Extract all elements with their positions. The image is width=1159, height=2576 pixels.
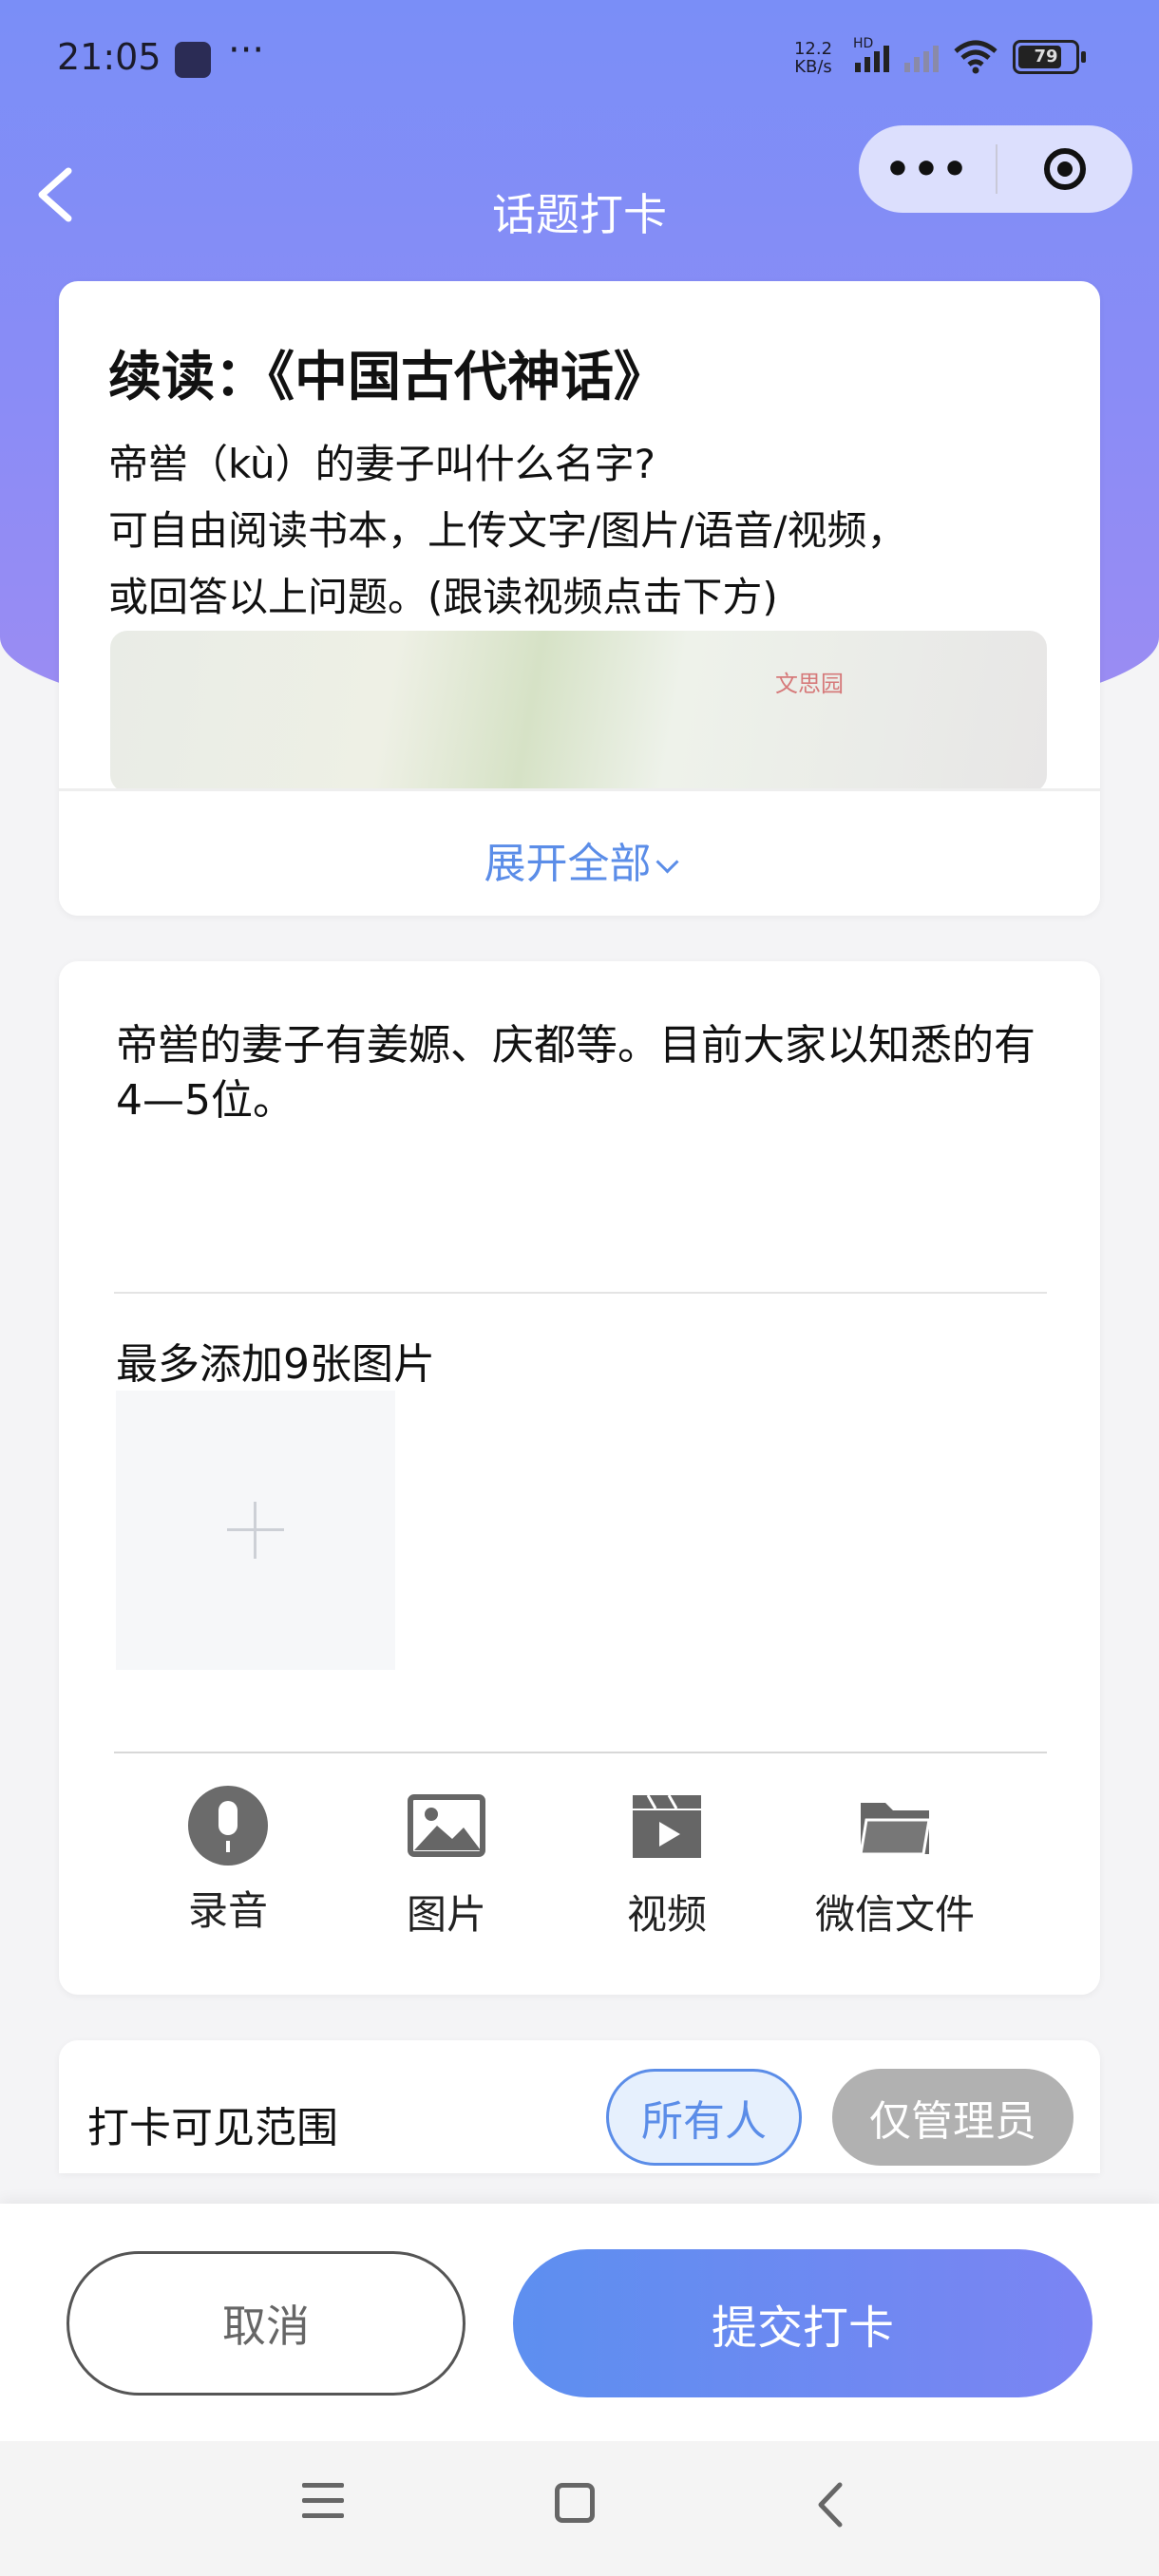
home-icon[interactable] <box>555 2483 595 2523</box>
video-icon <box>633 1794 701 1858</box>
answer-textarea[interactable]: 帝喾的妻子有姜嫄、庆都等。目前大家以知悉的有4—5位。 <box>116 1018 1056 1128</box>
status-more-icon: ··· <box>228 28 265 72</box>
image-limit-hint: 最多添加9张图片 <box>116 1340 435 1389</box>
cancel-button[interactable]: 取消 <box>66 2251 466 2396</box>
video-thumbnail[interactable]: 文思园 <box>110 631 1047 792</box>
video-logo: 文思园 <box>775 671 844 697</box>
bottom-action-bar: 取消 提交打卡 <box>0 2204 1159 2441</box>
image-icon <box>408 1794 485 1857</box>
status-time: 21:05 <box>57 36 162 78</box>
target-icon <box>1044 148 1086 190</box>
topic-title: 续读：《中国古代神话》 <box>108 347 667 408</box>
attachment-toolbar: 录音 图片 视频 微信文件 <box>114 1786 1047 1957</box>
submit-checkin-button[interactable]: 提交打卡 <box>513 2249 1092 2397</box>
divider <box>114 1752 1047 1753</box>
expand-area: 展开全部 <box>59 788 1100 916</box>
add-wechat-file-button[interactable]: 微信文件 <box>800 1786 990 1941</box>
visibility-scope-card: 打卡可见范围 所有人 仅管理员 <box>59 2040 1100 2173</box>
add-image-button[interactable] <box>116 1391 395 1670</box>
expand-all-link[interactable]: 展开全部 <box>59 829 1100 890</box>
scope-option-everyone[interactable]: 所有人 <box>606 2069 802 2166</box>
scope-option-admin-only[interactable]: 仅管理员 <box>832 2069 1074 2166</box>
network-speed: 12.2 KB/s <box>793 39 833 77</box>
chevron-down-icon <box>655 850 679 874</box>
add-video-button[interactable]: 视频 <box>572 1786 762 1941</box>
miniapp-capsule: ••• <box>859 125 1132 213</box>
scope-label: 打卡可见范围 <box>87 2104 338 2152</box>
topic-card: 续读：《中国古代神话》 帝喾（kù）的妻子叫什么名字? 可自由阅读书本，上传文字… <box>59 281 1100 916</box>
add-picture-button[interactable]: 图片 <box>352 1786 542 1941</box>
signal-2-icon <box>904 42 939 72</box>
menu-icon[interactable] <box>302 2483 344 2529</box>
topic-question: 帝喾（kù）的妻子叫什么名字? 可自由阅读书本，上传文字/图片/语音/视频， 或… <box>108 441 907 620</box>
back-icon[interactable] <box>808 2479 855 2530</box>
battery-icon: 79 <box>1013 40 1086 74</box>
close-miniapp-button[interactable] <box>998 148 1132 190</box>
wifi-icon <box>954 40 998 74</box>
app-notification-icon <box>175 42 211 78</box>
signal-icon: HD <box>853 36 889 72</box>
divider <box>114 1292 1047 1294</box>
status-bar: 21:05 ··· 12.2 KB/s HD 79 <box>0 0 1159 114</box>
record-audio-button[interactable]: 录音 <box>133 1786 323 1937</box>
answer-card: 帝喾的妻子有姜嫄、庆都等。目前大家以知悉的有4—5位。 最多添加9张图片 录音 … <box>59 961 1100 1995</box>
microphone-icon <box>188 1786 268 1866</box>
system-navigation-bar <box>0 2441 1159 2576</box>
more-options-button[interactable]: ••• <box>859 145 996 194</box>
folder-icon <box>859 1803 931 1856</box>
